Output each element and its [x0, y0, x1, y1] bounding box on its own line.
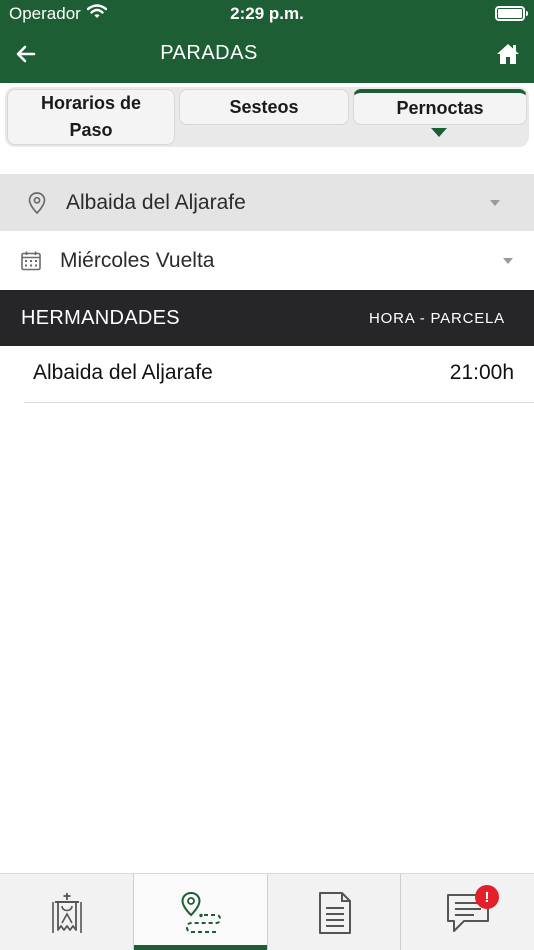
calendar-icon — [18, 248, 44, 274]
app-header: Operador 2:29 p.m. PARADAS — [0, 0, 534, 83]
active-tab-underline — [134, 945, 267, 950]
home-button[interactable] — [494, 40, 522, 68]
tabbar-item-hermandades[interactable] — [0, 874, 133, 950]
tab-horarios-de-paso[interactable]: Horarios de Paso — [7, 89, 175, 145]
tabbar-item-documentos[interactable] — [268, 874, 401, 950]
status-time: 2:29 p.m. — [230, 4, 304, 23]
table-header: HERMANDADES HORA - PARCELA — [0, 290, 534, 346]
location-selector[interactable]: Albaida del Aljarafe — [0, 174, 534, 231]
column-header-hermandades: HERMANDADES — [21, 307, 180, 329]
day-value: Miércoles Vuelta — [60, 248, 215, 272]
tab-sesteos[interactable]: Sesteos — [179, 89, 349, 125]
battery-icon — [495, 6, 528, 21]
row-hermandad-name: Albaida del Aljarafe — [33, 361, 213, 384]
home-icon — [497, 44, 519, 64]
tab-pernoctas[interactable]: Pernoctas — [353, 89, 527, 125]
status-bar: Operador 2:29 p.m. — [0, 0, 534, 28]
tabbar-item-paradas[interactable] — [134, 874, 267, 950]
table-row[interactable]: Albaida del Aljarafe 21:00h — [24, 346, 534, 403]
segmented-tabs: Horarios de Paso Sesteos Pernoctas — [5, 87, 529, 147]
location-pin-icon — [24, 190, 50, 216]
notification-badge: ! — [475, 885, 499, 909]
column-header-hora-parcela: HORA - PARCELA — [369, 310, 505, 327]
location-value: Albaida del Aljarafe — [66, 190, 246, 214]
dropdown-caret-icon — [490, 199, 500, 206]
dropdown-caret-icon — [503, 257, 513, 264]
page-title: PARADAS — [160, 42, 258, 64]
day-selector[interactable]: Miércoles Vuelta — [0, 232, 534, 289]
bottom-tab-bar — [0, 873, 534, 950]
hermandad-icon — [51, 892, 82, 933]
document-icon — [318, 891, 351, 934]
tabbar-item-mensajes[interactable] — [401, 874, 534, 950]
row-time: 21:00h — [449, 361, 514, 384]
route-icon — [180, 891, 221, 933]
active-tab-indicator — [431, 128, 447, 137]
